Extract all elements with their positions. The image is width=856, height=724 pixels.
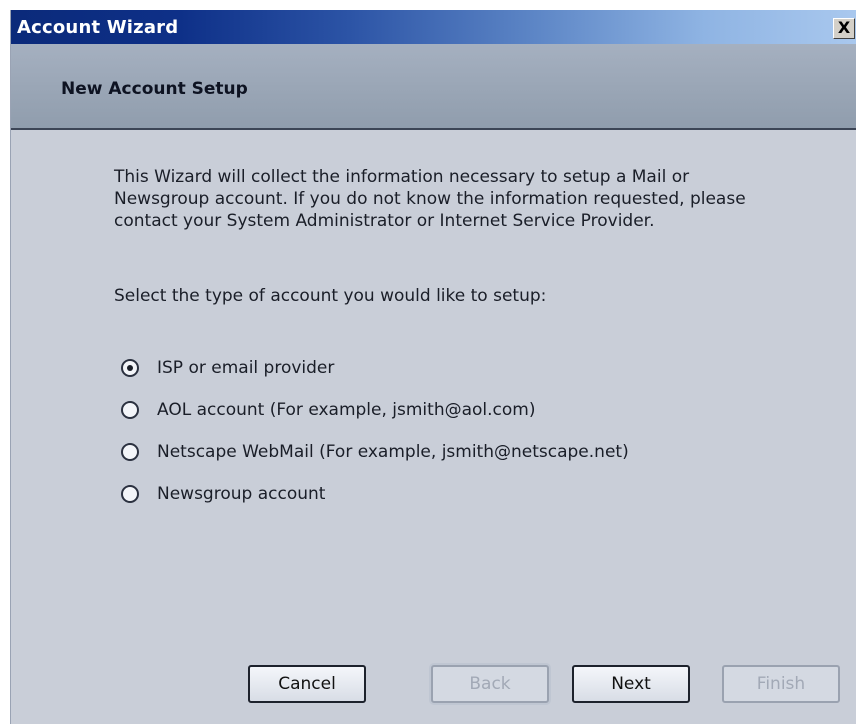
radio-button[interactable] bbox=[121, 359, 139, 377]
option-label: AOL account (For example, jsmith@aol.com… bbox=[157, 400, 536, 420]
next-button[interactable]: Next bbox=[572, 665, 690, 703]
page-title: New Account Setup bbox=[61, 79, 248, 99]
header-band: New Account Setup bbox=[11, 44, 856, 130]
option-label: Netscape WebMail (For example, jsmith@ne… bbox=[157, 442, 629, 462]
close-icon: X bbox=[837, 18, 851, 37]
cancel-button[interactable]: Cancel bbox=[248, 665, 366, 703]
title-bar[interactable]: Account Wizard X bbox=[11, 10, 856, 44]
option-newsgroup[interactable]: Newsgroup account bbox=[121, 484, 325, 504]
account-wizard-window: Account Wizard X New Account Setup This … bbox=[10, 10, 856, 724]
close-button[interactable]: X bbox=[833, 18, 855, 39]
intro-text: This Wizard will collect the information… bbox=[114, 167, 746, 231]
window-title: Account Wizard bbox=[17, 17, 179, 38]
option-label: Newsgroup account bbox=[157, 484, 326, 504]
option-label: ISP or email provider bbox=[157, 358, 335, 378]
account-type-prompt: Select the type of account you would lik… bbox=[114, 286, 547, 306]
back-button[interactable]: Back bbox=[431, 665, 549, 703]
radio-button[interactable] bbox=[121, 443, 139, 461]
radio-button[interactable] bbox=[121, 485, 139, 503]
option-aol[interactable]: AOL account (For example, jsmith@aol.com… bbox=[121, 400, 535, 420]
option-isp[interactable]: ISP or email provider bbox=[121, 358, 334, 378]
radio-button[interactable] bbox=[121, 401, 139, 419]
finish-button[interactable]: Finish bbox=[722, 665, 840, 703]
option-netscape-webmail[interactable]: Netscape WebMail (For example, jsmith@ne… bbox=[121, 442, 629, 462]
